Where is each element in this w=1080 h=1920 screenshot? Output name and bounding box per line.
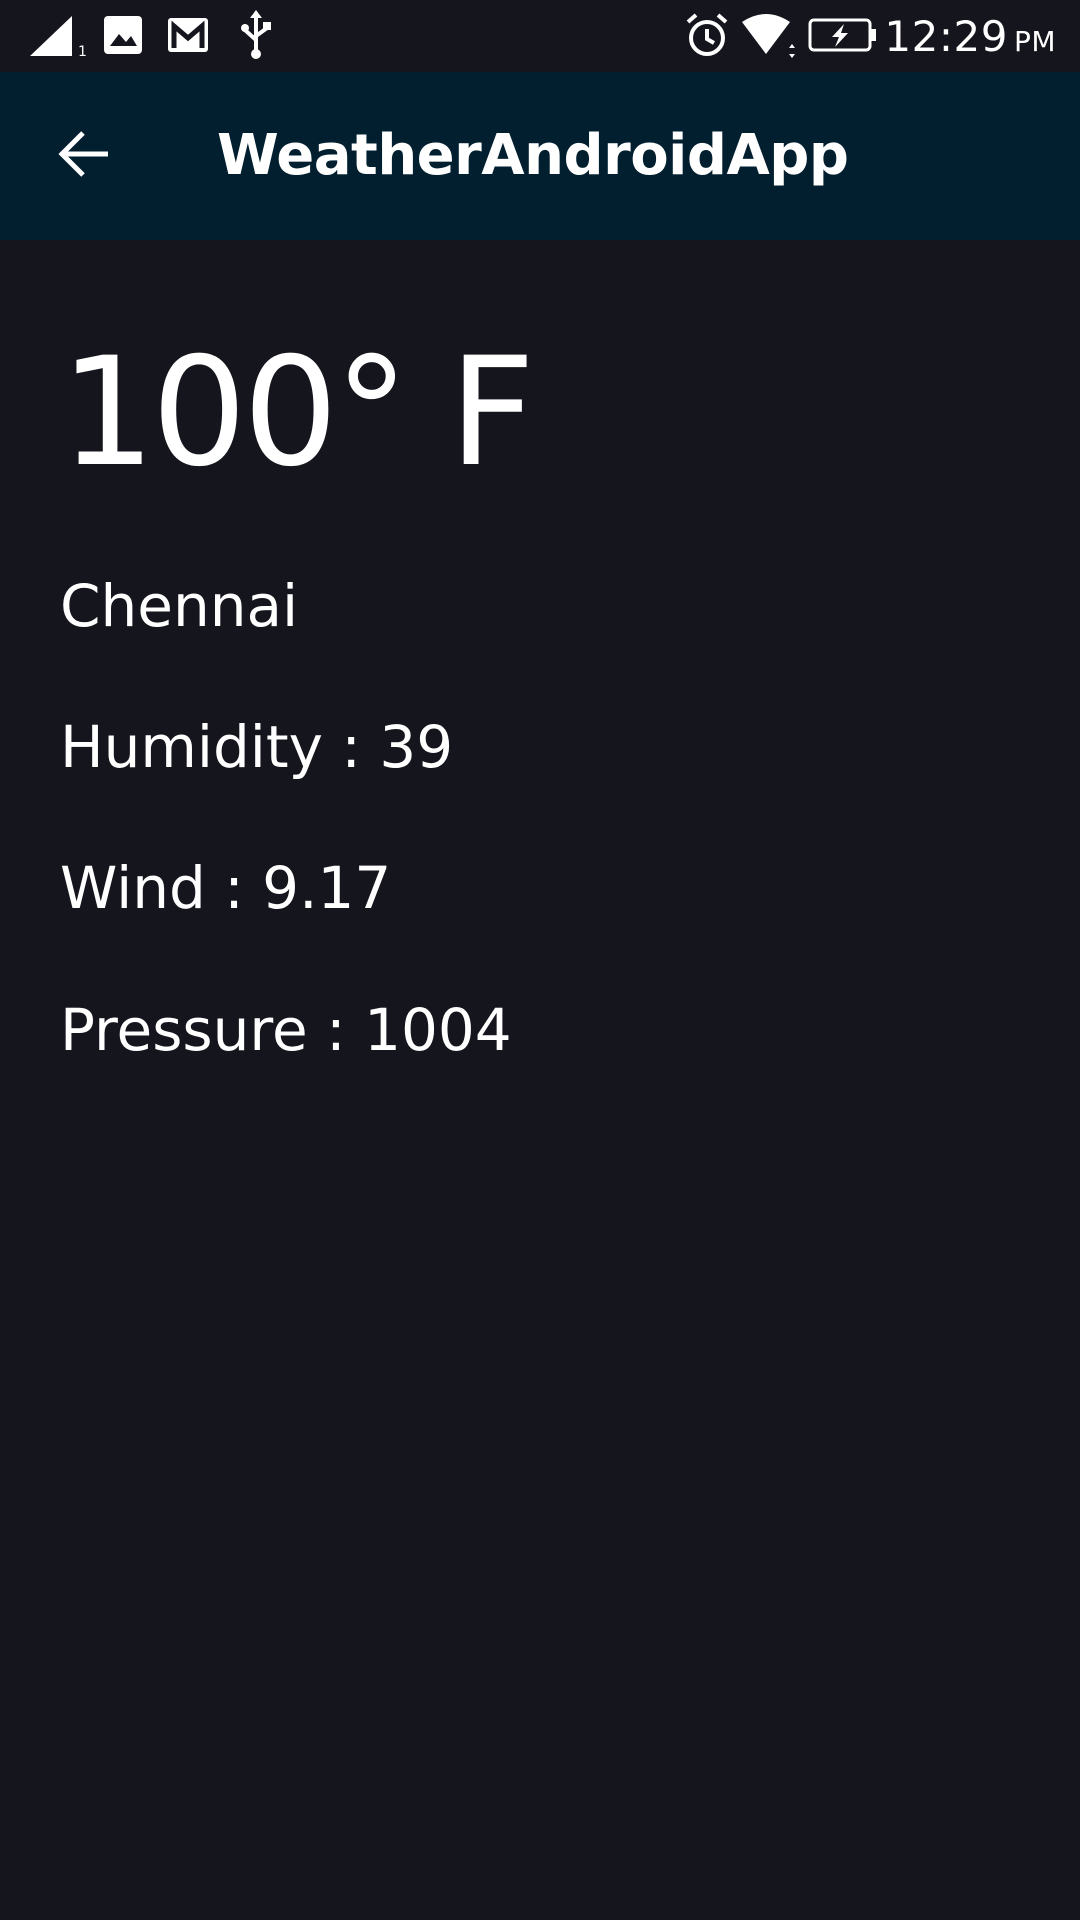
humidity-value: Humidity : 39 <box>60 713 454 781</box>
status-time-value: 12:29 <box>884 12 1008 61</box>
back-arrow-icon <box>58 130 110 183</box>
gmail-icon <box>166 14 210 56</box>
image-notification-icon <box>102 14 144 56</box>
usb-icon <box>238 10 274 60</box>
temperature-display: 100° F <box>60 326 535 500</box>
signal-icon: 1 <box>28 14 88 60</box>
app-title: WeatherAndroidApp <box>217 123 849 188</box>
app-bar: WeatherAndroidApp <box>0 72 1080 240</box>
signal-sub-label: 1 <box>78 44 87 58</box>
wind-value: Wind : 9.17 <box>60 854 392 922</box>
status-bar: 1 12:29 PM <box>0 0 1080 72</box>
wifi-icon <box>740 12 798 58</box>
status-time: 12:29 PM <box>884 10 1056 64</box>
back-button[interactable] <box>36 108 132 204</box>
status-time-ampm: PM <box>1013 25 1056 58</box>
pressure-value: Pressure : 1004 <box>60 996 512 1064</box>
alarm-icon <box>684 12 730 58</box>
battery-charging-icon <box>808 18 878 52</box>
city-name: Chennai <box>60 572 299 640</box>
